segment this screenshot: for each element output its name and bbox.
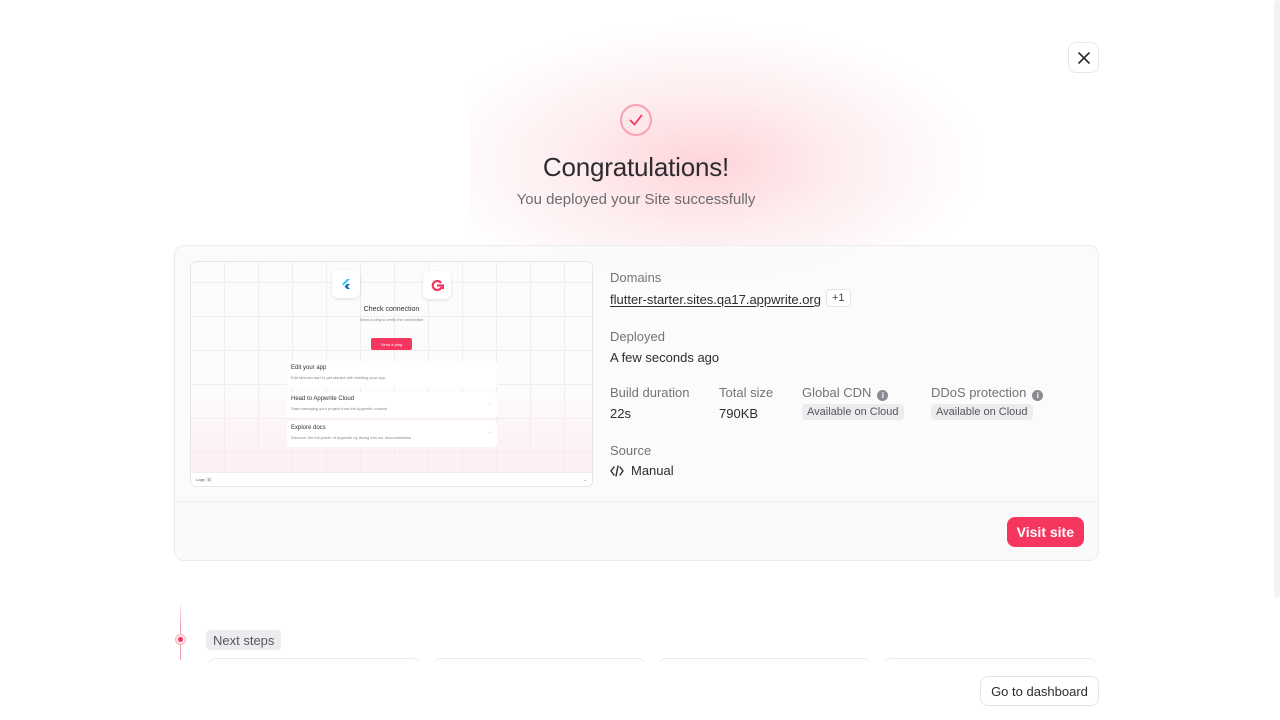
more-domains-badge[interactable]: +1 [826,289,851,307]
preview-row: Explore docs Discover the full power of … [287,421,497,447]
code-icon [610,464,624,477]
arrow-icon: → [487,429,492,435]
domain-link[interactable]: flutter-starter.sites.qa17.appwrite.org [610,292,821,307]
preview-row: Head to Appwrite Cloud Start managing yo… [287,392,497,418]
appwrite-logo [423,271,451,299]
page-subtitle: You deployed your Site successfully [516,191,756,208]
global-cdn-label: Global CDN [802,385,872,400]
flutter-icon [342,279,350,289]
preview-ping-button: Send a ping [371,338,412,350]
check-circle-icon [629,114,643,126]
info-icon[interactable]: i [1032,390,1044,401]
page-title: Congratulations! [542,152,730,182]
preview-row: Edit your app Edit lib/main.dart to get … [287,361,497,387]
build-duration-value: 22s [610,406,631,421]
ddos-heading: DDoS protection i [931,385,1044,401]
build-duration-label: Build duration [610,385,690,400]
go-to-dashboard-button[interactable]: Go to dashboard [980,676,1099,706]
site-preview[interactable]: Check connection Send a ping to verify t… [190,261,593,487]
background-glow [470,20,990,280]
source-value: Manual [610,463,674,478]
chevron-down-icon: ⌄ [583,477,587,482]
ddos-badge: Available on Cloud [931,404,1033,420]
global-cdn-badge: Available on Cloud [802,404,904,420]
preview-title: Check connection [363,306,420,313]
scrollbar[interactable] [1274,0,1280,598]
total-size-value: 790KB [719,406,759,421]
deployed-label: Deployed [610,329,665,344]
deployment-card: Check connection Send a ping to verify t… [174,245,1099,561]
total-size-label: Total size [719,385,774,400]
ddos-label: DDoS protection [931,385,1027,400]
timeline-line [180,600,181,660]
preview-subtitle: Send a ping to verify the connection [359,317,424,322]
close-icon [1077,51,1090,64]
appwrite-icon [431,279,444,291]
global-cdn-heading: Global CDN i [802,385,889,401]
deployed-value: A few seconds ago [610,350,720,365]
info-icon[interactable]: i [877,390,889,401]
visit-site-button[interactable]: Visit site [1006,517,1084,547]
flutter-logo [332,270,360,298]
preview-logs-bar: Logs 0 ⌄ [191,472,592,486]
domains-label: Domains [610,270,662,285]
source-label: Source [610,443,652,458]
close-button[interactable] [1068,42,1099,73]
card-footer: Visit site [175,501,1098,560]
success-badge [620,104,652,136]
next-steps-badge: Next steps [206,630,282,650]
arrow-icon: → [487,400,492,406]
timeline-dot [175,634,186,645]
